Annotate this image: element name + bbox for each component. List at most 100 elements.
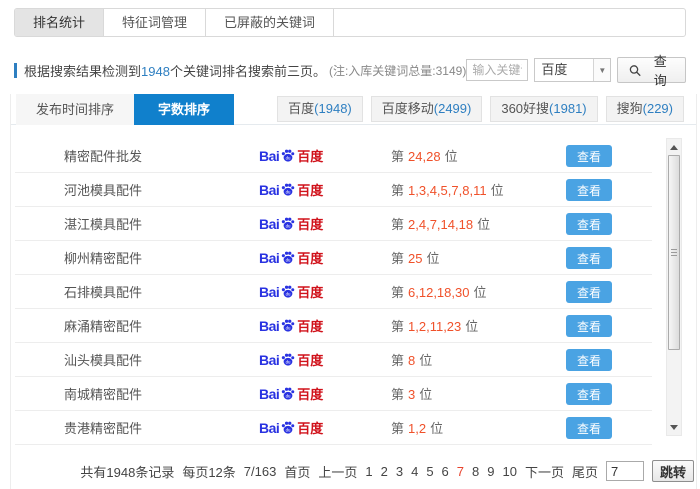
- view-button[interactable]: 查看: [566, 247, 612, 269]
- page-link[interactable]: 1: [365, 464, 372, 479]
- svg-text:du: du: [286, 325, 291, 330]
- page-link[interactable]: 2: [381, 464, 388, 479]
- rank-suffix: 位: [430, 421, 444, 436]
- baidu-logo-bai: Bai: [259, 283, 280, 300]
- notice-text: 根据搜索结果检测到1948个关键词排名搜索前三页。: [24, 61, 326, 80]
- svg-text:du: du: [286, 393, 291, 398]
- baidu-logo: Bai du 百度: [259, 180, 391, 199]
- engine-tab-count: (229): [642, 101, 673, 116]
- page-link[interactable]: 9: [487, 464, 494, 479]
- rank-cell: 第8位: [391, 350, 652, 369]
- baidu-logo: Bai du 百度: [259, 316, 391, 335]
- page-link[interactable]: 10: [502, 464, 516, 479]
- rank-prefix: 第: [391, 387, 405, 402]
- baidu-logo-bai: Bai: [259, 385, 280, 402]
- engine-tab-sogou[interactable]: 搜狗(229): [605, 96, 684, 122]
- notice-count: 1948: [141, 63, 170, 79]
- engine-select[interactable]: 百度 ▼: [534, 58, 612, 82]
- first-page-link[interactable]: 首页: [284, 462, 310, 481]
- baidu-logo: Bai du 百度: [259, 146, 391, 165]
- rank-prefix: 第: [391, 149, 405, 164]
- rank-table: 精密配件批发 Bai du 百度 第24,28位 查看 河池模具配件 Bai: [15, 139, 652, 445]
- tab-sort-by-wordcount[interactable]: 字数排序: [134, 94, 235, 125]
- baidu-logo-bai: Bai: [259, 317, 280, 334]
- page-link[interactable]: 3: [396, 464, 403, 479]
- view-button[interactable]: 查看: [566, 383, 612, 405]
- search-button-label: 查 询: [653, 54, 667, 88]
- keyword-cell: 南城精密配件: [64, 387, 143, 402]
- keyword-search-input[interactable]: [466, 59, 529, 81]
- content-panel: 发布时间排序 字数排序 百度(1948) 百度移动(2499) 360好搜(19…: [10, 94, 697, 489]
- page-link[interactable]: 4: [411, 464, 418, 479]
- baidu-logo-bai: Bai: [259, 215, 280, 232]
- view-button[interactable]: 查看: [566, 145, 612, 167]
- keyword-cell: 贵港精密配件: [64, 421, 143, 436]
- baidu-logo-text: 百度: [297, 183, 324, 198]
- tab-rank-stats[interactable]: 排名统计: [15, 9, 105, 36]
- baidu-logo-text: 百度: [297, 319, 324, 334]
- baidu-paw-icon: du: [282, 183, 295, 196]
- rank-numbers: 8: [408, 353, 416, 368]
- table-scrollbar[interactable]: [666, 138, 682, 436]
- jump-button[interactable]: 跳转: [651, 460, 694, 482]
- engine-tab-baidu-mobile[interactable]: 百度移动(2499): [370, 96, 483, 122]
- page-link[interactable]: 5: [426, 464, 433, 479]
- table-row: 河池模具配件 Bai du 百度 第 1,3,4,5,7,8,11 位 查看: [15, 173, 652, 207]
- jump-page-input[interactable]: [605, 461, 644, 481]
- rank-numbers: 1,2,11,23: [408, 319, 462, 334]
- baidu-logo: Bai du 百度: [259, 350, 391, 369]
- baidu-paw-icon: du: [282, 387, 295, 400]
- prev-page-link[interactable]: 上一页: [318, 462, 357, 481]
- baidu-paw-icon: du: [282, 149, 295, 162]
- page-link[interactable]: 8: [472, 464, 479, 479]
- keyword-cell: 柳州精密配件: [64, 251, 143, 266]
- keyword-cell: 湛江模具配件: [64, 217, 143, 232]
- svg-text:du: du: [286, 359, 291, 364]
- next-page-link[interactable]: 下一页: [525, 462, 564, 481]
- rank-prefix: 第: [391, 217, 405, 232]
- table-row: 麻涌精密配件 Bai du 百度 第 1,2,11,23 位 查看: [15, 309, 652, 343]
- baidu-logo-bai: Bai: [259, 351, 280, 368]
- rank-prefix: 第: [391, 251, 405, 266]
- engine-tab-baidu[interactable]: 百度(1948): [277, 96, 363, 122]
- baidu-logo-text: 百度: [297, 421, 324, 436]
- engine-tab-360[interactable]: 360好搜(1981): [490, 96, 598, 122]
- tab-feature-words[interactable]: 特征词管理: [104, 9, 207, 36]
- svg-text:du: du: [286, 427, 291, 432]
- svg-text:du: du: [286, 223, 291, 228]
- rank-cell: 第 1,2,11,23 位: [391, 316, 652, 335]
- scrollbar-thumb[interactable]: [668, 155, 680, 350]
- view-button[interactable]: 查看: [566, 315, 612, 337]
- table-row: 精密配件批发 Bai du 百度 第 24,28 位 查看: [15, 139, 652, 173]
- rank-cell: 第 2,4,7,14,18 位: [391, 214, 652, 233]
- tab-sort-by-date[interactable]: 发布时间排序: [16, 94, 135, 125]
- chevron-down-icon: ▼: [593, 59, 611, 81]
- view-button[interactable]: 查看: [566, 417, 612, 439]
- per-page-info: 每页12条: [182, 464, 236, 480]
- rank-suffix: 位: [419, 353, 433, 368]
- scroll-up-icon[interactable]: [667, 140, 681, 154]
- search-icon: [630, 64, 642, 76]
- view-button[interactable]: 查看: [566, 349, 612, 371]
- keyword-cell: 汕头模具配件: [64, 353, 143, 368]
- tab-blocked-keywords[interactable]: 已屏蔽的关键词: [206, 9, 335, 36]
- sort-tabbar: 发布时间排序 字数排序 百度(1948) 百度移动(2499) 360好搜(19…: [11, 94, 696, 125]
- last-page-link[interactable]: 尾页: [572, 462, 598, 481]
- view-button[interactable]: 查看: [566, 179, 612, 201]
- keyword-cell: 麻涌精密配件: [64, 319, 143, 334]
- scroll-down-icon[interactable]: [667, 420, 681, 434]
- rank-cell: 第 24,28 位: [391, 146, 652, 165]
- engine-tab-label: 360好搜: [501, 101, 550, 116]
- search-button[interactable]: 查 询: [617, 54, 686, 88]
- engine-tab-count: (1948): [314, 101, 352, 116]
- notice-note: (注:入库关键词总量:3149): [328, 63, 467, 78]
- baidu-logo: Bai du 百度: [259, 418, 391, 437]
- engine-tab-count: (2499): [433, 101, 472, 116]
- table-row: 湛江模具配件 Bai du 百度 第 2,4,7,14,18 位 查看: [15, 207, 652, 241]
- page-link[interactable]: 6: [442, 464, 449, 479]
- view-button[interactable]: 查看: [566, 281, 612, 303]
- page-link[interactable]: 7: [457, 464, 464, 479]
- rank-numbers: 2,4,7,14,18: [408, 217, 474, 232]
- view-button[interactable]: 查看: [566, 213, 612, 235]
- rank-suffix: 位: [473, 285, 487, 300]
